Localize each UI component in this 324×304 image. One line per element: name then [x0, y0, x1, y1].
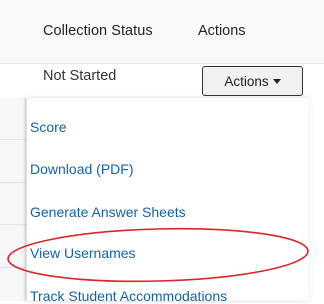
menu-item-track-student-accommodations[interactable]: Track Student Accommodations — [30, 288, 227, 304]
divider — [0, 63, 324, 64]
row-divider — [0, 182, 26, 183]
table-header: Collection Status Actions — [0, 0, 324, 63]
row-divider — [0, 267, 26, 268]
table-row-background — [0, 98, 26, 301]
actions-dropdown-button[interactable]: Actions — [202, 66, 303, 96]
collection-status-header: Collection Status — [43, 23, 153, 39]
actions-header: Actions — [198, 23, 246, 39]
menu-item-generate-answer-sheets[interactable]: Generate Answer Sheets — [30, 204, 186, 220]
row-divider — [0, 224, 26, 225]
collection-status-cell: Not Started — [43, 68, 117, 84]
row-divider — [0, 139, 26, 140]
menu-item-view-usernames[interactable]: View Usernames — [30, 245, 136, 261]
caret-down-icon — [272, 79, 281, 84]
actions-dropdown-menu — [26, 98, 309, 301]
actions-button-label: Actions — [224, 73, 269, 89]
menu-item-download-pdf[interactable]: Download (PDF) — [30, 161, 133, 177]
menu-item-score[interactable]: Score — [30, 119, 67, 135]
